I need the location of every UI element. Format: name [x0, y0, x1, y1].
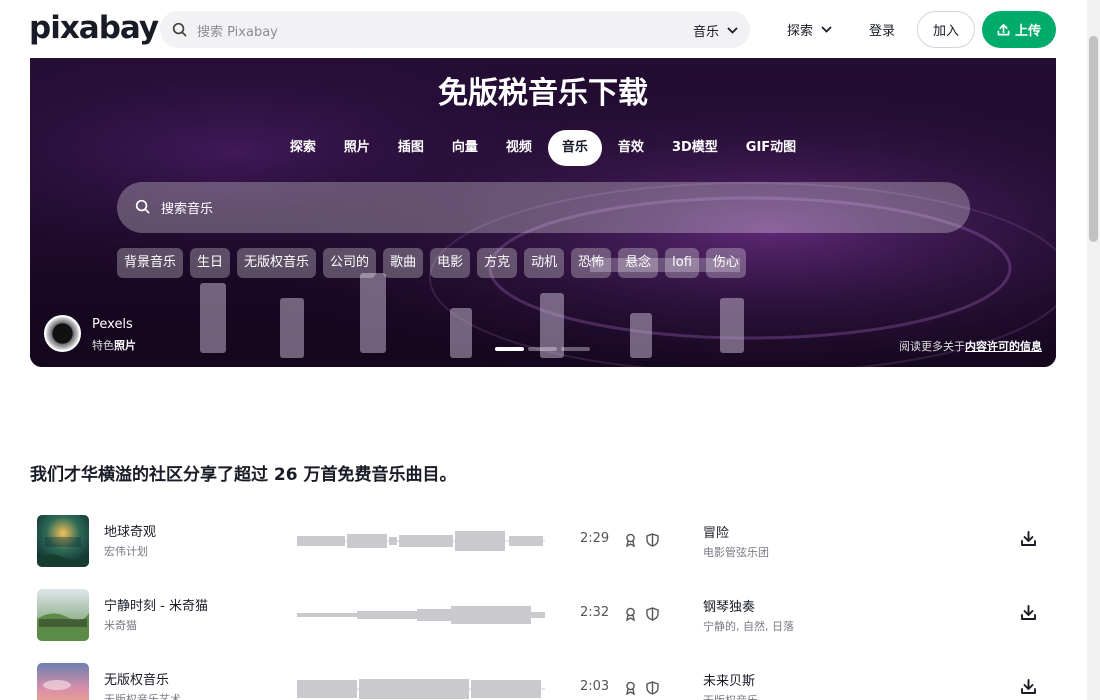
chip-lofi[interactable]: lofi: [665, 248, 699, 278]
tab-3d-models[interactable]: 3D模型: [660, 130, 730, 166]
upload-button[interactable]: 上传: [982, 11, 1056, 48]
media-type-tabs: 探索 照片 插图 向量 视频 音乐 音效 3D模型 GIF动图: [30, 130, 1056, 166]
chip-suspense[interactable]: 悬念: [618, 248, 659, 278]
chip-sad[interactable]: 伤心: [705, 248, 746, 278]
slide-dot[interactable]: [561, 347, 590, 351]
hero-title: 免版税音乐下载: [438, 76, 648, 111]
suggestion-chips: 背景音乐 生日 无版权音乐 公司的 歌曲 电影 方克 动机 恐怖 悬念 lofi…: [117, 248, 746, 278]
slide-dot[interactable]: [495, 347, 524, 351]
site-header: pixabay 搜索 Pixabay 音乐 探索 登录 加入 上传: [0, 0, 1087, 60]
shield-icon: [646, 681, 659, 695]
search-icon: [135, 199, 150, 214]
search-icon: [172, 22, 187, 37]
music-search-input[interactable]: 搜索音乐: [161, 198, 213, 217]
join-button[interactable]: 加入: [917, 11, 975, 48]
chip-motivation[interactable]: 动机: [524, 248, 565, 278]
track-tags[interactable]: 电影管弦乐团: [703, 544, 769, 560]
track-row[interactable]: 宁静时刻 - 米奇猫 米奇猫 2:32 钢琴独奏 宁静的, 自然, 日落: [30, 589, 1056, 649]
tab-music[interactable]: 音乐: [547, 130, 602, 166]
shield-icon: [646, 533, 659, 547]
tab-photos[interactable]: 照片: [332, 130, 382, 166]
track-waveform[interactable]: [297, 602, 545, 628]
search-category-select[interactable]: 音乐: [693, 21, 738, 40]
upload-label: 上传: [1014, 24, 1041, 39]
track-cover[interactable]: [37, 663, 89, 700]
shield-icon: [646, 607, 659, 621]
credit-avatar[interactable]: [44, 315, 81, 352]
credit-name[interactable]: Pexels: [92, 317, 133, 332]
chip-copyright-free[interactable]: 无版权音乐: [237, 248, 317, 278]
track-duration: 2:32: [580, 605, 610, 620]
page-scrollbar[interactable]: [1087, 0, 1100, 700]
tab-videos[interactable]: 视频: [494, 130, 544, 166]
license-prefix: 阅读更多关于: [899, 340, 965, 353]
download-icon[interactable]: [1020, 530, 1037, 547]
chevron-down-icon: [821, 26, 832, 33]
track-artist[interactable]: 宏伟计划: [104, 543, 148, 559]
pixabay-logo[interactable]: pixabay: [29, 10, 159, 46]
top-search-input[interactable]: 搜索 Pixabay: [197, 21, 278, 40]
chip-corporate[interactable]: 公司的: [323, 248, 377, 278]
track-cover[interactable]: [37, 589, 89, 641]
credit-sub-strong: 照片: [114, 339, 136, 352]
track-row[interactable]: 地球奇观 宏伟计划 2:29 冒险 电影管弦乐团: [30, 515, 1056, 575]
track-tags[interactable]: 宁静的, 自然, 日落: [703, 618, 794, 634]
top-search-bar[interactable]: 搜索 Pixabay 音乐: [160, 11, 750, 48]
track-artist[interactable]: 无版权音乐艺术: [104, 691, 181, 700]
license-link[interactable]: 内容许可的信息: [965, 340, 1042, 353]
track-genre[interactable]: 冒险: [703, 522, 729, 541]
tab-vectors[interactable]: 向量: [440, 130, 490, 166]
track-tags[interactable]: 无版权音乐: [703, 692, 758, 700]
track-title[interactable]: 地球奇观: [104, 521, 156, 540]
award-icon: [626, 533, 635, 547]
tab-sound-effects[interactable]: 音效: [606, 130, 656, 166]
track-duration: 2:29: [580, 531, 610, 546]
track-cover[interactable]: [37, 515, 89, 567]
track-duration: 2:03: [580, 679, 610, 694]
music-search-bar[interactable]: 搜索音乐: [117, 182, 970, 233]
award-icon: [626, 607, 635, 621]
chip-cinematic[interactable]: 电影: [430, 248, 471, 278]
slide-dot[interactable]: [528, 347, 557, 351]
track-genre[interactable]: 未来贝斯: [703, 670, 755, 689]
upload-icon: [997, 24, 1010, 36]
chip-horror[interactable]: 恐怖: [571, 248, 612, 278]
track-title[interactable]: 宁静时刻 - 米奇猫: [104, 595, 208, 614]
nav-explore-label: 探索: [787, 24, 814, 39]
slide-indicators: [495, 347, 590, 351]
chevron-down-icon: [727, 27, 738, 34]
track-waveform[interactable]: [297, 528, 545, 554]
track-waveform[interactable]: [297, 676, 545, 700]
tab-explore[interactable]: 探索: [278, 130, 328, 166]
chip-birthday[interactable]: 生日: [190, 248, 231, 278]
download-icon[interactable]: [1020, 604, 1037, 621]
chip-funk[interactable]: 方克: [477, 248, 518, 278]
search-category-label: 音乐: [692, 25, 719, 40]
hero-banner: 免版税音乐下载 探索 照片 插图 向量 视频 音乐 音效 3D模型 GIF动图 …: [30, 58, 1056, 367]
tab-illustrations[interactable]: 插图: [386, 130, 436, 166]
track-row[interactable]: 无版权音乐 无版权音乐艺术 2:03 未来贝斯 无版权音乐: [30, 663, 1056, 700]
track-genre[interactable]: 钢琴独奏: [703, 596, 755, 615]
credit-subtitle: 特色照片: [92, 337, 136, 353]
track-artist[interactable]: 米奇猫: [104, 617, 137, 633]
download-icon[interactable]: [1020, 678, 1037, 695]
scrollbar-thumb[interactable]: [1089, 36, 1098, 242]
chip-background-music[interactable]: 背景音乐: [117, 248, 184, 278]
nav-explore[interactable]: 探索: [787, 20, 832, 39]
license-note: 阅读更多关于内容许可的信息: [899, 338, 1042, 354]
track-title[interactable]: 无版权音乐: [104, 669, 169, 688]
credit-sub-prefix: 特色: [92, 339, 114, 352]
login-link[interactable]: 登录: [869, 20, 895, 39]
chip-song[interactable]: 歌曲: [383, 248, 424, 278]
award-icon: [626, 681, 635, 695]
tab-gifs[interactable]: GIF动图: [734, 130, 808, 166]
section-title: 我们才华横溢的社区分享了超过 26 万首免费音乐曲目。: [30, 465, 457, 485]
